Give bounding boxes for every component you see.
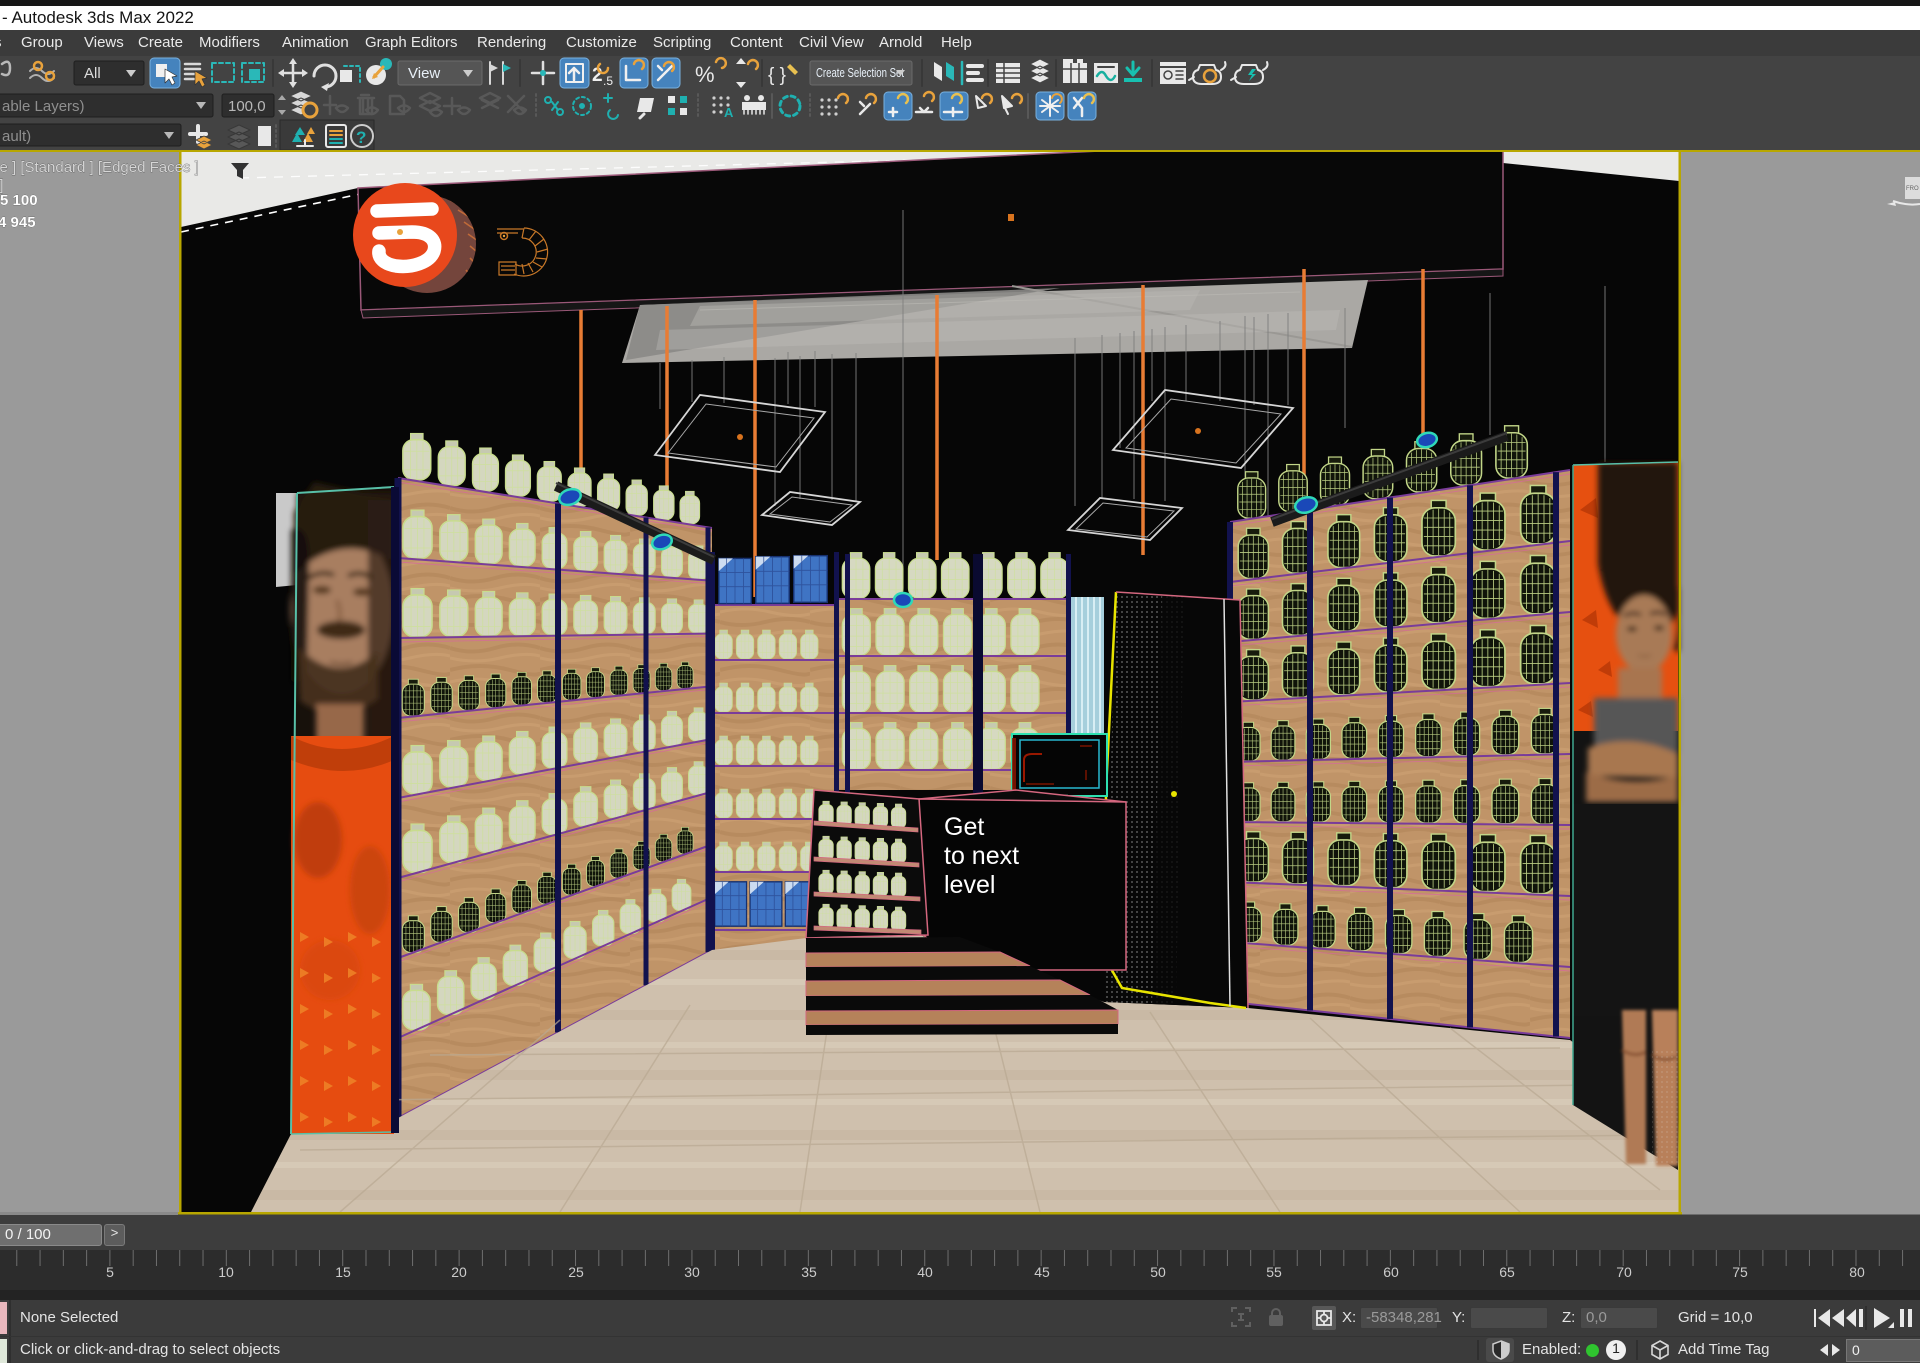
svg-text:Get: Get (944, 813, 984, 841)
svg-text:A: A (724, 105, 734, 120)
svg-text:to next: to next (944, 842, 1019, 870)
svg-text:{ }: { } (768, 65, 786, 86)
svg-text:FRO: FRO (1906, 186, 1919, 192)
svg-text:Create Selection Set: Create Selection Set (816, 65, 904, 80)
svg-text:level: level (944, 871, 995, 899)
svg-text:able Layers): able Layers) (2, 98, 85, 115)
svg-text:4 945: 4 945 (0, 214, 36, 231)
svg-text:.5: .5 (603, 74, 613, 88)
svg-text:5 100: 5 100 (0, 192, 38, 209)
svg-text:%: % (695, 62, 715, 87)
svg-text:100,0: 100,0 (228, 98, 266, 115)
svg-text:ault): ault) (2, 128, 31, 145)
svg-text:ve ] [Standard ] [Edged Face: ve ] [Standard ] [Edged Faces ] (0, 159, 199, 176)
svg-text:All: All (84, 65, 101, 82)
svg-text:?: ? (356, 128, 366, 147)
svg-text:View: View (408, 65, 440, 82)
